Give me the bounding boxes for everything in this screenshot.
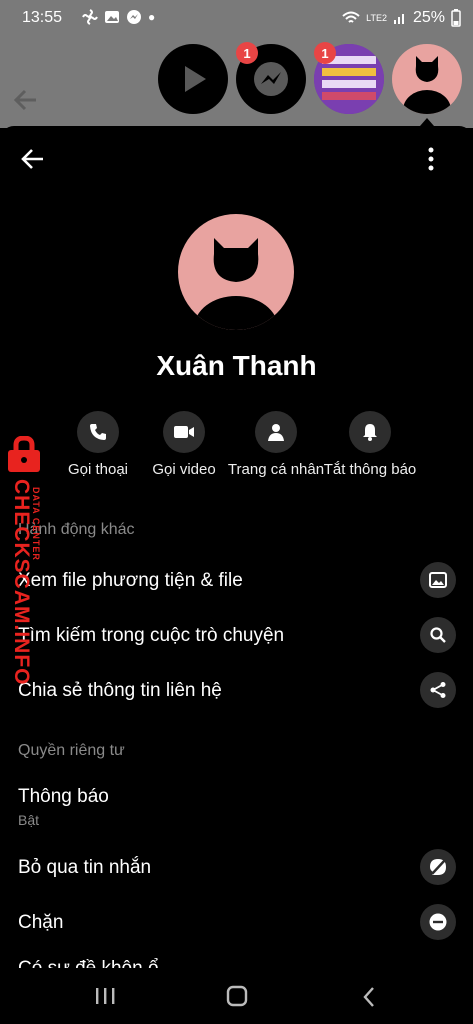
back-nav-icon[interactable] [362,986,376,1008]
menu-item-media[interactable]: Xem file phương tiện & file [18,562,458,602]
cat-avatar-icon [403,56,451,114]
menu-item-search[interactable]: Tìm kiếm trong cuộc trò chuyện [18,617,458,657]
watermark-tag: DATA CENTER [31,487,41,561]
voice-call-label: Gọi thoại [67,461,129,478]
dot-icon: ● [148,10,156,24]
search-icon [420,617,456,653]
battery-percent: 25% [412,9,445,26]
network-label: LTE2 [366,13,387,23]
menu-item-label: Thông báo [18,786,109,807]
messenger-icon [127,10,141,24]
recent-apps-icon[interactable] [94,986,116,1006]
menu-item-label: Chặn [18,912,64,933]
system-navigation-bar [0,968,473,1024]
notifications-state: Bật [18,812,40,828]
status-system-icons: LTE2 25% [342,9,461,27]
menu-item-label: Có sự đề khôn ổ [18,958,159,968]
image-icon [420,562,456,598]
messenger-icon [254,62,288,96]
chat-head-contact[interactable] [392,44,462,114]
menu-item-partial[interactable]: Có sự đề khôn ổ [18,954,458,968]
status-bar: 13:55 ● LTE2 25% [0,0,473,36]
contact-name: Xuân Thanh [156,350,317,381]
unread-badge: 1 [314,42,336,64]
mute-notifications-label: Tắt thông báo [323,461,417,478]
lock-icon [8,436,40,472]
section-privacy: Quyền riêng tư [18,742,125,759]
battery-icon [451,9,461,27]
watermark-brand: CHECKSCAM.INFO [10,479,33,686]
menu-item-label: Bỏ qua tin nhắn [18,857,152,878]
person-icon [255,411,297,453]
wifi-icon [342,11,360,23]
more-options-icon[interactable] [424,146,438,172]
signal-icon [393,14,404,24]
profile-avatar[interactable] [178,214,294,330]
voice-call-button[interactable]: Gọi thoại [48,411,148,478]
ignore-icon [420,849,456,885]
back-arrow-icon[interactable] [20,146,46,172]
home-icon[interactable] [226,985,248,1007]
video-call-button[interactable]: Gọi video [134,411,234,478]
block-icon [420,904,456,940]
video-icon [163,411,205,453]
chat-head-play[interactable] [158,44,228,114]
bell-icon [349,411,391,453]
menu-item-label: Chia sẻ thông tin liên hệ [18,680,222,701]
watermark-logo: CHECKSCAM.INFO DATA CENTER [2,436,54,686]
cat-avatar-icon [194,238,278,330]
mute-notifications-button[interactable]: Tắt thông báo [320,411,420,478]
unread-badge: 1 [236,42,258,64]
gallery-icon [105,11,119,23]
share-icon [420,672,456,708]
menu-item-notifications[interactable]: Thông báo Bật [18,778,458,832]
menu-item-block[interactable]: Chặn [18,904,458,944]
phone-icon [77,411,119,453]
selected-pointer-icon [420,118,434,126]
menu-item-share-contact[interactable]: Chia sẻ thông tin liên hệ [18,672,458,712]
profile-page-button[interactable]: Trang cá nhân [226,411,326,478]
status-notification-icons: ● [82,9,155,25]
play-icon [185,66,206,92]
status-time: 13:55 [22,9,63,26]
chat-heads-bar: 1 1 [0,36,473,128]
video-call-label: Gọi video [152,461,216,478]
menu-item-label: Tìm kiếm trong cuộc trò chuyện [18,625,285,646]
back-arrow-icon[interactable] [12,86,40,121]
menu-item-ignore-messages[interactable]: Bỏ qua tin nhắn [18,849,458,889]
profile-page-label: Trang cá nhân [227,461,325,478]
fan-icon [82,9,98,25]
